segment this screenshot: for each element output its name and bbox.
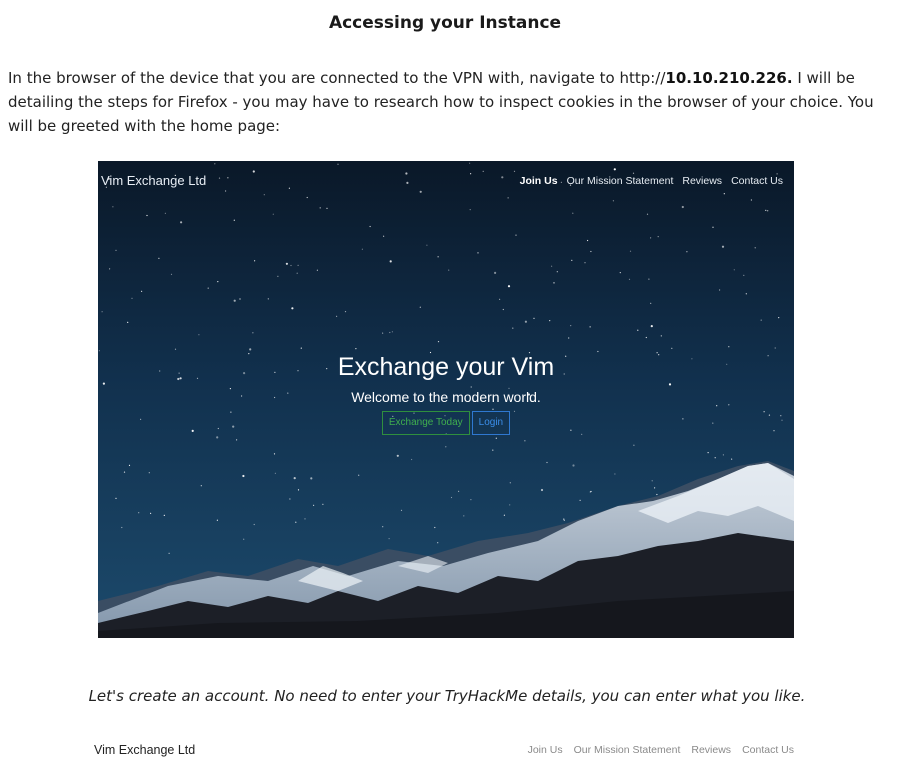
intro-text-before: In the browser of the device that you ar… (8, 69, 666, 87)
site2-brand[interactable]: Vim Exchange Ltd (94, 743, 195, 757)
nav-reviews[interactable]: Reviews (682, 175, 722, 187)
site-nav: Join Us Our Mission Statement Reviews Co… (520, 175, 783, 187)
intro-paragraph: In the browser of the device that you ar… (8, 66, 892, 138)
nav-join-us[interactable]: Join Us (520, 175, 558, 187)
section-heading: Accessing your Instance (328, 13, 562, 33)
hero-buttons: Exchange Today Login (98, 411, 794, 435)
site2-nav-mission-statement[interactable]: Our Mission Statement (574, 744, 681, 756)
exchange-today-button[interactable]: Exchange Today (381, 411, 470, 435)
nav-contact-us[interactable]: Contact Us (731, 175, 783, 187)
site2-nav-reviews[interactable]: Reviews (691, 744, 731, 756)
instance-ip: 10.10.210.226. (665, 69, 793, 87)
caption: Let's create an account. No need to ente… (88, 687, 806, 705)
nav-mission-statement[interactable]: Our Mission Statement (567, 175, 674, 187)
hero-title: Exchange your Vim (337, 353, 555, 381)
signup-screenshot-header: Vim Exchange Ltd Join Us Our Mission Sta… (88, 734, 804, 774)
site2-nav-join-us[interactable]: Join Us (528, 744, 563, 756)
homepage-screenshot: Vim Exchange Ltd Join Us Our Mission Sta… (98, 161, 794, 638)
site2-nav-contact-us[interactable]: Contact Us (742, 744, 794, 756)
login-button[interactable]: Login (471, 411, 511, 435)
site-brand[interactable]: Vim Exchange Ltd (101, 173, 206, 188)
site2-nav: Join Us Our Mission Statement Reviews Co… (528, 744, 794, 756)
hero-subtitle: Welcome to the modern world. (351, 389, 541, 405)
